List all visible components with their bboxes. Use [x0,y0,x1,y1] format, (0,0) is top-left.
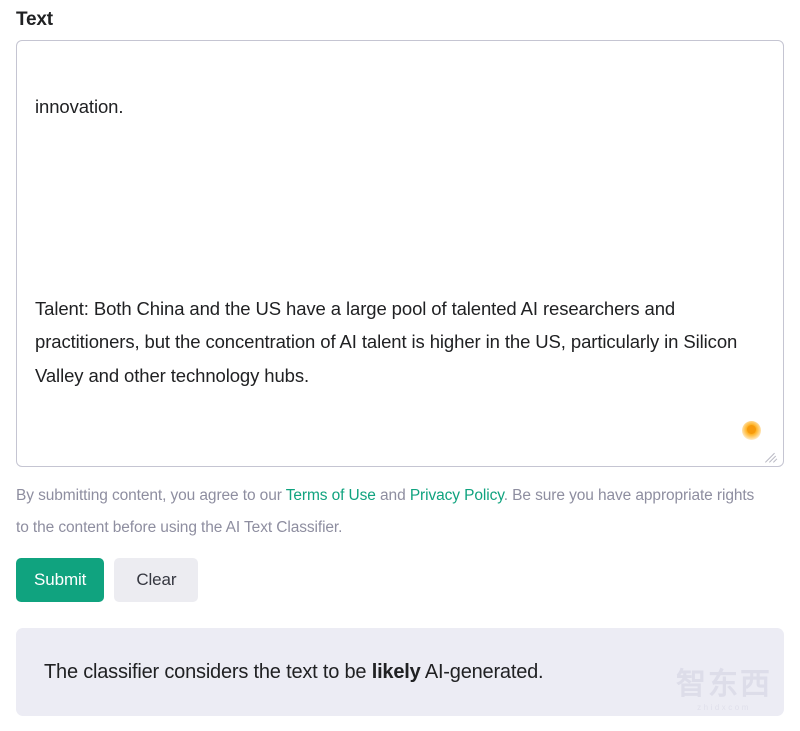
form-actions: Submit Clear [16,558,199,602]
result-verdict: likely [371,660,421,683]
watermark-logo-text: 智东西 [676,667,772,702]
privacy-policy-link[interactable]: Privacy Policy [410,487,504,504]
textarea-paragraph: innovation. [35,96,124,118]
result-prefix: The classifier considers the text to be [44,660,372,683]
textarea-paragraph: Talent: Both China and the US have a lar… [35,297,743,386]
classification-result-text: The classifier considers the text to be … [44,660,544,684]
site-watermark: 智东西 zhidxcom [676,667,772,713]
disclaimer-text-2: and [375,487,410,504]
legal-disclaimer: By submitting content, you agree to our … [16,480,756,544]
ai-text-classifier-page: Text innovation. Talent: Both China and … [0,0,800,731]
classification-result-panel: The classifier considers the text to be … [16,628,784,716]
disclaimer-text-1: By submitting content, you agree to our [16,487,286,504]
text-input-area[interactable]: innovation. Talent: Both China and the U… [16,40,784,467]
clear-button[interactable]: Clear [114,558,199,602]
terms-of-use-link[interactable]: Terms of Use [286,487,376,504]
submit-button[interactable]: Submit [16,558,105,602]
textarea-content[interactable]: innovation. Talent: Both China and the U… [17,41,783,466]
watermark-subtext: zhidxcom [697,703,751,712]
result-suffix: AI-generated. [420,660,544,683]
page-title: Text [16,9,53,30]
